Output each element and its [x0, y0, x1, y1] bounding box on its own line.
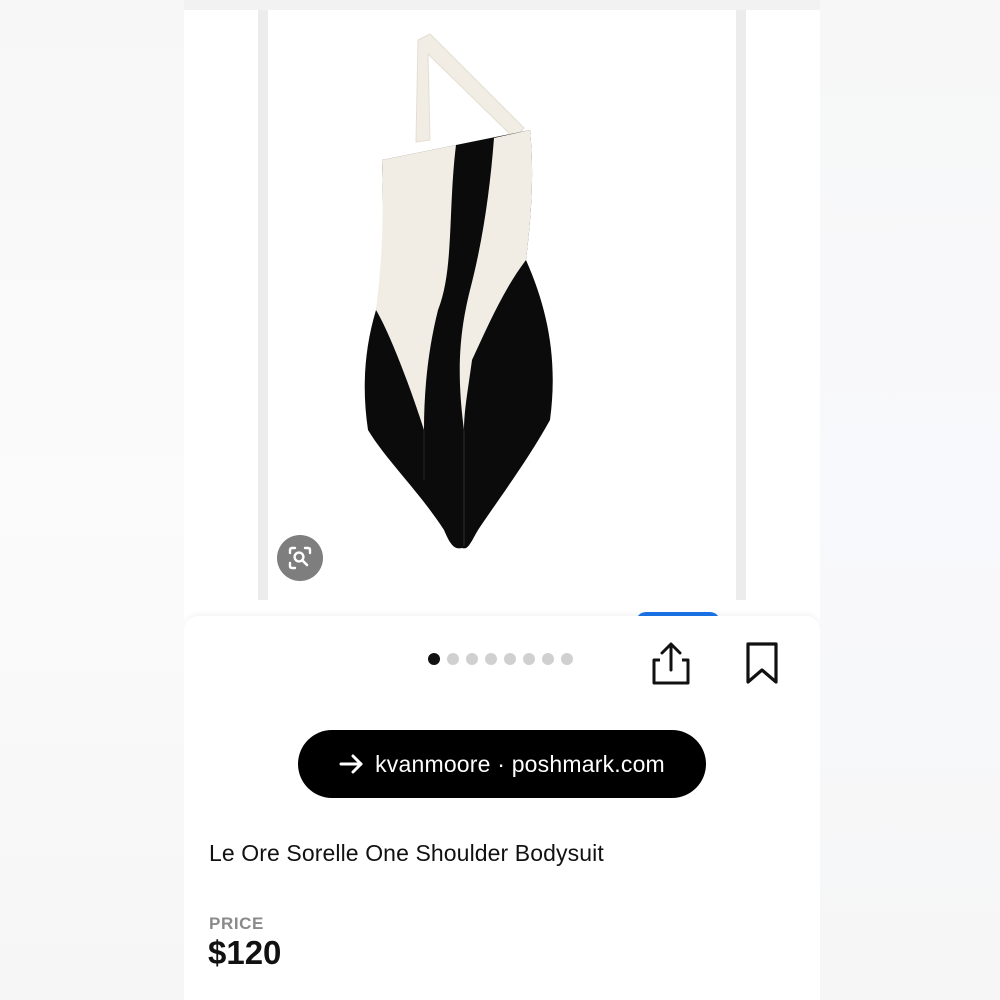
frame-edge-right [736, 10, 746, 600]
carousel-dot[interactable] [542, 653, 554, 665]
share-icon [652, 642, 690, 685]
carousel-indicator [428, 653, 573, 665]
price-label: PRICE [209, 914, 264, 933]
save-button[interactable] [742, 640, 782, 688]
carousel-dot[interactable] [504, 653, 516, 665]
price-value: $120 [208, 934, 282, 971]
carousel-dot[interactable] [447, 653, 459, 665]
carousel-dot-active[interactable] [428, 653, 440, 665]
frame-edge-left [258, 10, 268, 600]
share-button[interactable] [648, 640, 694, 688]
visit-site-button[interactable]: kvanmoore · poshmark.com [298, 730, 706, 798]
product-image[interactable] [258, 10, 746, 600]
visual-search-button[interactable] [277, 535, 323, 581]
visual-search-icon [288, 546, 312, 570]
carousel-dot[interactable] [561, 653, 573, 665]
pin-detail-screen: kvanmoore · poshmark.com Le Ore Sorelle … [184, 0, 820, 1000]
bodysuit-image [364, 33, 553, 549]
carousel-dot[interactable] [523, 653, 535, 665]
carousel-dot[interactable] [466, 653, 478, 665]
top-strip [184, 0, 820, 10]
arrow-right-icon [339, 754, 363, 774]
background-left [0, 0, 184, 1000]
product-title: Le Ore Sorelle One Shoulder Bodysuit [209, 840, 604, 866]
bookmark-icon [746, 642, 778, 684]
carousel-dot[interactable] [485, 653, 497, 665]
background-right [820, 0, 1000, 1000]
visit-site-label: kvanmoore · poshmark.com [375, 750, 665, 777]
